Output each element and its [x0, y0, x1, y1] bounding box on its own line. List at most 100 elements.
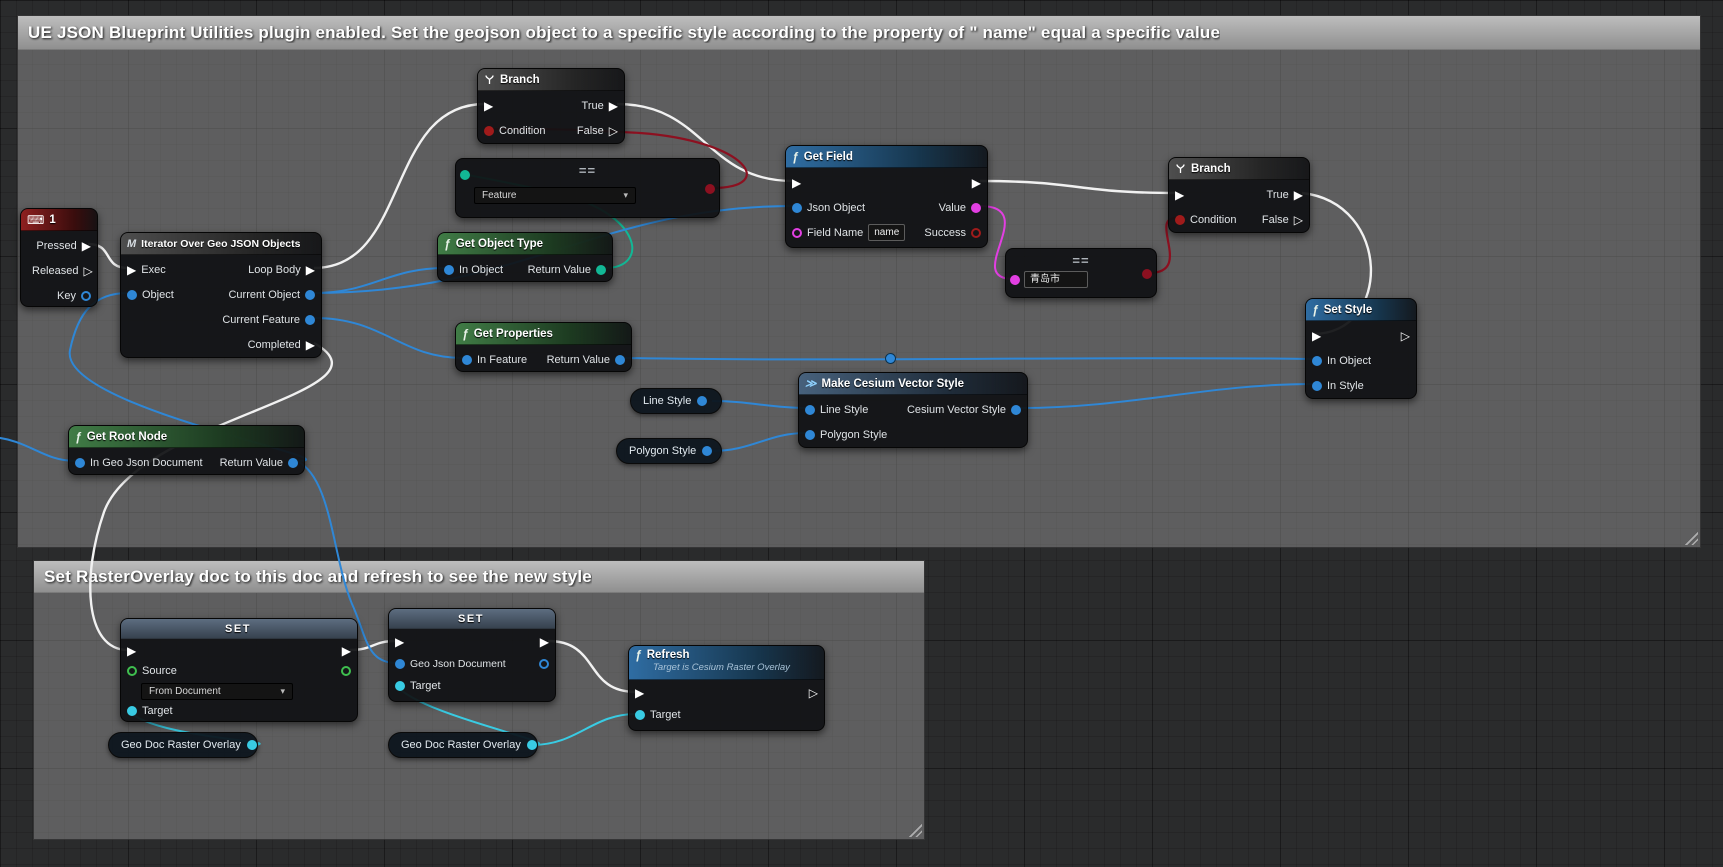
- exec-in-pin[interactable]: ▶: [484, 100, 493, 112]
- field-name-pin[interactable]: [792, 227, 802, 238]
- exec-in-pin[interactable]: ▶: [1175, 189, 1184, 201]
- refresh-node[interactable]: ƒ Refresh Target is Cesium Raster Overla…: [628, 645, 825, 731]
- exec-in-pin[interactable]: ▶: [127, 264, 136, 276]
- set-style-node[interactable]: ƒ Set Style ▶ ▷ In Object In Style: [1305, 298, 1417, 399]
- output-pin[interactable]: [702, 446, 713, 456]
- line-style-variable[interactable]: Line Style: [630, 388, 722, 414]
- pin-label: Return Value: [546, 353, 610, 366]
- condition-pin[interactable]: [1175, 214, 1185, 225]
- in-feature-pin[interactable]: [462, 354, 472, 365]
- line-style-pin[interactable]: [805, 404, 815, 415]
- document-out-pin[interactable]: [539, 659, 549, 669]
- pin-label: Completed: [247, 338, 301, 351]
- exec-out-pin[interactable]: ▷: [1401, 330, 1410, 342]
- equal-output-pin[interactable]: [1142, 269, 1152, 279]
- object-pin[interactable]: [127, 289, 137, 300]
- exec-out-pin[interactable]: ▶: [972, 177, 981, 189]
- geo-doc-raster-overlay-variable-right[interactable]: Geo Doc Raster Overlay: [388, 732, 538, 758]
- pin-label: Pressed: [36, 239, 77, 252]
- loop-body-exec-pin[interactable]: ▶: [306, 264, 315, 276]
- branch-node-right[interactable]: Branch ▶ True ▶ Condition False ▷: [1168, 157, 1310, 233]
- in-geo-json-document-pin[interactable]: [75, 457, 85, 468]
- source-out-pin[interactable]: [341, 666, 351, 676]
- function-icon: ƒ: [635, 648, 642, 662]
- reroute-node[interactable]: [885, 353, 896, 364]
- false-exec-pin[interactable]: ▷: [1294, 214, 1303, 226]
- current-object-pin[interactable]: [305, 289, 315, 300]
- iterator-node[interactable]: M Iterator Over Geo JSON Objects ▶ Exec …: [120, 232, 322, 358]
- pin-label: Key: [57, 289, 76, 302]
- cesium-vector-style-pin[interactable]: [1011, 404, 1021, 415]
- pin-label: Value: [938, 201, 966, 214]
- true-exec-pin[interactable]: ▶: [1294, 189, 1303, 201]
- set-source-node[interactable]: SET ▶ ▶ Source From Document ▾ Target: [120, 618, 358, 722]
- node-title: Get Properties: [473, 327, 553, 340]
- return-value-pin[interactable]: [596, 264, 606, 275]
- field-name-input[interactable]: name: [868, 224, 906, 241]
- key-pin[interactable]: [81, 290, 91, 301]
- success-pin[interactable]: [971, 227, 981, 238]
- true-exec-pin[interactable]: ▶: [609, 100, 618, 112]
- node-header: SET: [389, 609, 555, 629]
- exec-out-pin[interactable]: ▶: [342, 645, 351, 657]
- geo-json-document-pin[interactable]: [395, 659, 405, 669]
- branch-node-top[interactable]: Branch ▶ True ▶ Condition False ▷: [477, 68, 625, 144]
- node-header: Branch: [1169, 158, 1309, 180]
- exec-in-pin[interactable]: ▶: [635, 687, 644, 699]
- exec-in-pin[interactable]: ▶: [127, 645, 136, 657]
- source-pin[interactable]: [127, 666, 137, 676]
- make-cesium-vector-style-node[interactable]: ≫ Make Cesium Vector Style Line Style Ce…: [798, 372, 1028, 448]
- pressed-exec-pin[interactable]: ▶: [82, 240, 91, 252]
- exec-out-pin[interactable]: ▶: [540, 636, 549, 648]
- condition-pin[interactable]: [484, 125, 494, 136]
- in-object-pin[interactable]: [444, 264, 454, 275]
- return-value-pin[interactable]: [288, 457, 298, 468]
- polygon-style-variable[interactable]: Polygon Style: [616, 438, 722, 464]
- polygon-style-pin[interactable]: [805, 429, 815, 440]
- node-header: ≫ Make Cesium Vector Style: [799, 373, 1027, 395]
- source-dropdown[interactable]: From Document ▾: [141, 682, 293, 700]
- get-object-type-node[interactable]: ƒ Get Object Type In Object Return Value: [437, 232, 613, 282]
- target-pin[interactable]: [635, 710, 645, 720]
- output-pin[interactable]: [526, 740, 537, 750]
- set-geo-json-document-node[interactable]: SET ▶ ▶ Geo Json Document Target: [388, 608, 556, 702]
- geo-doc-raster-overlay-variable-left[interactable]: Geo Doc Raster Overlay: [108, 732, 258, 758]
- get-field-node[interactable]: ƒ Get Field ▶ ▶ Json Object Value Field …: [785, 145, 988, 248]
- blueprint-canvas[interactable]: UE JSON Blueprint Utilities plugin enabl…: [0, 0, 1723, 867]
- equal-output-pin[interactable]: [705, 184, 715, 194]
- current-feature-pin[interactable]: [305, 314, 315, 325]
- pin-label: In Geo Json Document: [90, 456, 203, 469]
- json-object-pin[interactable]: [792, 202, 802, 213]
- equal-input-pin[interactable]: [460, 170, 470, 180]
- compare-value-input[interactable]: 青岛市: [1024, 271, 1088, 288]
- get-properties-node[interactable]: ƒ Get Properties In Feature Return Value: [455, 322, 632, 372]
- equal-input-pin[interactable]: [1010, 275, 1020, 285]
- exec-in-pin[interactable]: ▶: [395, 636, 404, 648]
- get-root-node-node[interactable]: ƒ Get Root Node In Geo Json Document Ret…: [68, 425, 305, 475]
- variable-label: Geo Doc Raster Overlay: [401, 739, 521, 751]
- completed-exec-pin[interactable]: ▶: [306, 339, 315, 351]
- in-object-pin[interactable]: [1312, 355, 1322, 366]
- value-pin[interactable]: [971, 202, 981, 213]
- released-exec-pin[interactable]: ▷: [83, 265, 92, 277]
- equal-enum-node[interactable]: == Feature ▾: [455, 158, 720, 218]
- in-style-pin[interactable]: [1312, 380, 1322, 391]
- equal-string-node[interactable]: == 青岛市: [1005, 248, 1157, 298]
- target-pin[interactable]: [395, 681, 405, 691]
- exec-in-pin[interactable]: ▶: [792, 177, 801, 189]
- function-icon: ƒ: [1312, 302, 1319, 317]
- return-value-pin[interactable]: [615, 354, 625, 365]
- resize-grip[interactable]: [1683, 530, 1698, 545]
- comment-header[interactable]: Set RasterOverlay doc to this doc and re…: [34, 561, 924, 593]
- output-pin[interactable]: [697, 396, 708, 406]
- resize-grip[interactable]: [907, 822, 922, 837]
- enum-dropdown[interactable]: Feature ▾: [474, 187, 636, 204]
- keyboard-event-node[interactable]: ⌨ 1 Pressed ▶ Released ▷ Key: [20, 208, 98, 307]
- false-exec-pin[interactable]: ▷: [609, 125, 618, 137]
- exec-out-pin[interactable]: ▷: [809, 687, 818, 699]
- exec-in-pin[interactable]: ▶: [1312, 330, 1321, 342]
- comment-header[interactable]: UE JSON Blueprint Utilities plugin enabl…: [18, 16, 1700, 50]
- target-pin[interactable]: [127, 706, 137, 716]
- output-pin[interactable]: [246, 740, 257, 750]
- node-title: Refresh: [646, 649, 690, 661]
